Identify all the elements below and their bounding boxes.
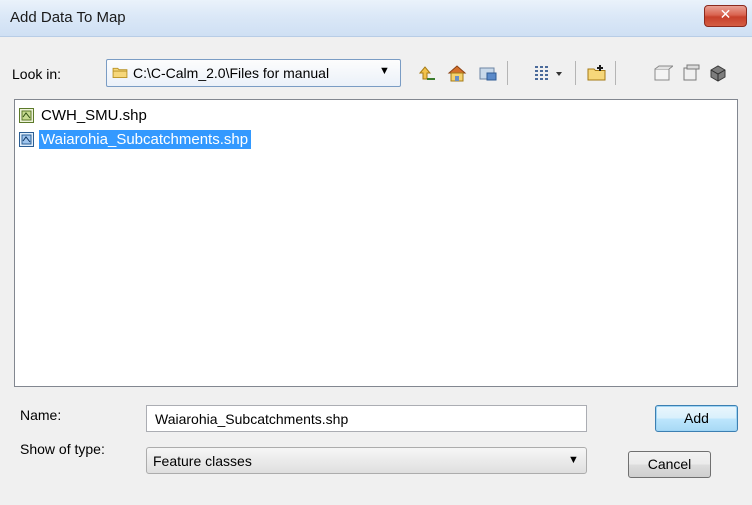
- view-options-icon: [535, 66, 562, 80]
- new-folder-icon: [587, 65, 606, 81]
- connect-folder-icon: [479, 67, 497, 81]
- look-in-dropdown[interactable]: C:\C-Calm_2.0\Files for manual ▼: [106, 59, 401, 87]
- chevron-down-icon: ▼: [568, 454, 579, 466]
- new-folder-button[interactable]: [584, 59, 610, 87]
- dialog-body: Look in: C:\C-Calm_2.0\Files for manual …: [0, 37, 752, 505]
- look-in-label: Look in:: [12, 66, 62, 82]
- file-name: Waiarohia_Subcatchments.shp: [39, 130, 252, 149]
- home-button[interactable]: [444, 59, 470, 87]
- folder-icon: [112, 67, 128, 78]
- show-of-type-value: Feature classes: [153, 453, 252, 469]
- name-input[interactable]: [146, 405, 587, 432]
- new-item-icon: [654, 65, 673, 81]
- connect-folder-button[interactable]: [475, 59, 501, 87]
- close-button[interactable]: ✕: [704, 5, 747, 27]
- dialog-title: Add Data To Map: [10, 9, 126, 26]
- view-options-button[interactable]: [530, 59, 568, 87]
- home-icon: [447, 65, 467, 82]
- cancel-button[interactable]: Cancel: [628, 451, 711, 478]
- title-bar[interactable]: Add Data To Map ✕: [0, 0, 752, 37]
- look-in-value: C:\C-Calm_2.0\Files for manual: [133, 65, 330, 81]
- chevron-down-icon: ▼: [379, 65, 390, 77]
- show-of-type-label: Show of type:: [20, 441, 105, 457]
- close-icon: ✕: [719, 7, 732, 23]
- toolbar-divider: [507, 61, 508, 85]
- shapefile-icon: [19, 132, 34, 147]
- new-database-icon: [683, 64, 700, 81]
- geodatabase-icon: [710, 65, 726, 82]
- file-list[interactable]: CWH_SMU.shp Waiarohia_Subcatchments.shp: [14, 99, 738, 387]
- show-of-type-dropdown[interactable]: Feature classes ▼: [146, 447, 587, 474]
- geodatabase-button[interactable]: [705, 59, 731, 87]
- up-one-level-icon: [418, 66, 435, 80]
- name-label: Name:: [20, 407, 62, 423]
- up-one-level-button[interactable]: [414, 59, 440, 87]
- file-name: CWH_SMU.shp: [41, 107, 147, 124]
- add-button[interactable]: Add: [655, 405, 738, 432]
- new-database-button[interactable]: [678, 59, 704, 87]
- toolbar-divider: [575, 61, 576, 85]
- new-item-button[interactable]: [650, 59, 676, 87]
- shapefile-icon: [19, 108, 34, 123]
- add-data-dialog: Add Data To Map ✕ Look in: C:\C-Calm_2.0…: [0, 0, 752, 505]
- toolbar-divider: [615, 61, 616, 85]
